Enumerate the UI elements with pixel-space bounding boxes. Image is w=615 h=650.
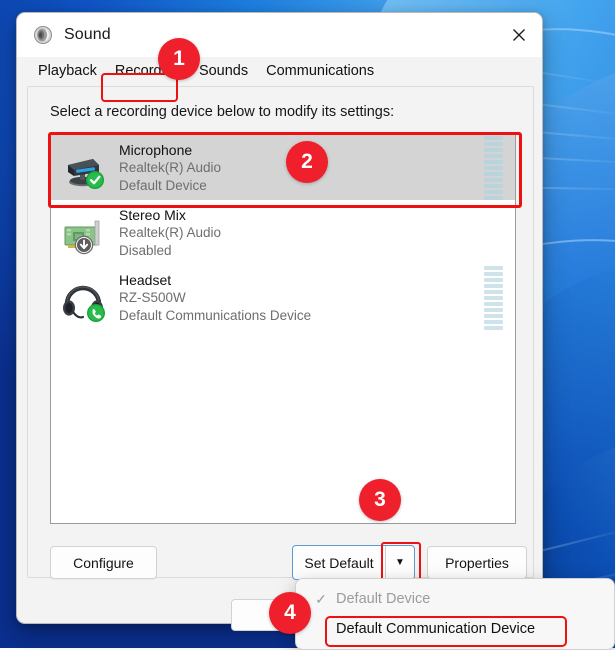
device-status: Default Communications Device — [119, 307, 312, 323]
headset-icon — [59, 272, 111, 324]
recording-device-list[interactable]: Microphone Realtek(R) Audio Default Devi… — [50, 134, 516, 524]
set-default-dropdown-menu: ✓ Default Device Default Communication D… — [295, 578, 615, 650]
configure-button[interactable]: Configure — [50, 546, 157, 579]
sound-dialog-window: Sound Playback Recording Sounds Communic… — [16, 12, 615, 650]
device-name: Microphone — [119, 141, 193, 158]
device-row-microphone[interactable]: Microphone Realtek(R) Audio Default Devi… — [51, 135, 515, 200]
menu-item-label: Default Communication Device — [336, 621, 536, 637]
chevron-down-icon[interactable]: ▼ — [385, 546, 414, 579]
device-info-microphone: Microphone Realtek(R) Audio Default Devi… — [119, 141, 221, 195]
tab-strip: Playback Recording Sounds Communications — [17, 57, 542, 86]
speaker-icon — [33, 25, 53, 45]
window-title: Sound — [64, 26, 111, 43]
recording-tab-panel: Select a recording device below to modif… — [27, 86, 534, 578]
device-driver: Realtek(R) Audio — [119, 224, 222, 240]
tab-playback[interactable]: Playback — [29, 59, 106, 86]
step-badge-2: 2 — [286, 141, 328, 183]
desk-microphone-icon — [59, 142, 111, 194]
close-icon[interactable] — [496, 13, 542, 57]
step-badge-4: 4 — [269, 592, 311, 634]
tab-sounds[interactable]: Sounds — [190, 59, 257, 86]
device-info-stereo-mix: Stereo Mix Realtek(R) Audio Disabled — [119, 206, 221, 260]
volume-meter-headset — [484, 265, 503, 330]
tab-communications[interactable]: Communications — [257, 59, 383, 86]
menu-item-default-communication-device[interactable]: Default Communication Device — [300, 614, 610, 644]
menu-item-label: Default Device — [336, 591, 431, 607]
properties-button[interactable]: Properties — [427, 546, 527, 579]
step-badge-1: 1 — [158, 38, 200, 80]
device-row-stereo-mix[interactable]: Stereo Mix Realtek(R) Audio Disabled — [51, 200, 515, 265]
device-name: Headset — [119, 271, 172, 288]
device-driver: RZ-S500W — [119, 289, 186, 305]
device-name: Stereo Mix — [119, 206, 186, 223]
check-icon: ✓ — [315, 590, 327, 607]
device-row-headset[interactable]: Headset RZ-S500W Default Communications … — [51, 265, 515, 330]
volume-meter-microphone — [484, 135, 503, 200]
set-default-split-button[interactable]: Set Default ▼ — [292, 545, 415, 580]
panel-prompt-text: Select a recording device below to modif… — [50, 104, 395, 120]
device-status: Disabled — [119, 242, 172, 258]
sound-card-icon — [59, 207, 111, 259]
menu-item-default-device[interactable]: ✓ Default Device — [300, 584, 610, 614]
title-bar: Sound — [17, 13, 542, 57]
device-driver: Realtek(R) Audio — [119, 159, 222, 175]
device-info-headset: Headset RZ-S500W Default Communications … — [119, 271, 311, 325]
step-badge-3: 3 — [359, 479, 401, 521]
device-status: Default Device — [119, 177, 207, 193]
set-default-button[interactable]: Set Default — [293, 546, 385, 579]
